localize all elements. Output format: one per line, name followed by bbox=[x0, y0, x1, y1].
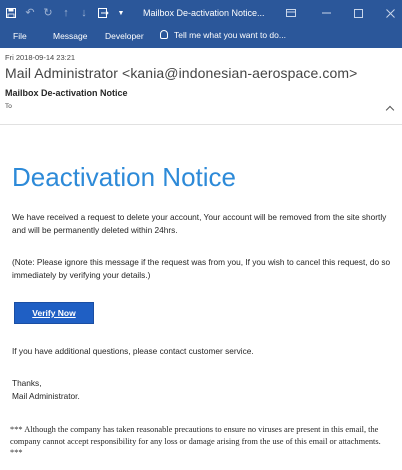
tell-me-search[interactable]: Tell me what you want to do... bbox=[160, 29, 286, 40]
body-paragraph-note: (Note: Please ignore this message if the… bbox=[12, 257, 391, 280]
save-icon[interactable] bbox=[4, 0, 18, 26]
notice-heading: Deactivation Notice bbox=[12, 162, 236, 192]
collapse-header-chevron-icon[interactable] bbox=[385, 105, 395, 115]
tell-me-label: Tell me what you want to do... bbox=[174, 30, 286, 40]
ribbon-display-icon[interactable] bbox=[283, 0, 299, 26]
undo-icon[interactable]: ↶ bbox=[24, 0, 36, 26]
close-icon[interactable] bbox=[382, 0, 398, 26]
header-divider bbox=[0, 124, 402, 125]
signature-text: Mail Administrator. bbox=[12, 391, 80, 401]
tab-developer[interactable]: Developer bbox=[105, 31, 144, 41]
body-paragraph-request: We have received a request to delete you… bbox=[12, 212, 387, 235]
customize-icon[interactable]: ▼ bbox=[116, 0, 126, 26]
virus-disclaimer: *** Although the company has taken reaso… bbox=[10, 425, 381, 457]
message-subject: Mailbox De-activation Notice bbox=[5, 88, 128, 98]
lightbulb-icon bbox=[160, 29, 168, 39]
maximize-icon[interactable] bbox=[350, 0, 366, 26]
down-arrow-icon[interactable]: ↓ bbox=[78, 0, 90, 26]
tab-file[interactable]: File bbox=[13, 31, 27, 41]
to-label: To bbox=[5, 103, 12, 110]
signoff-text: Thanks, bbox=[12, 378, 42, 388]
up-arrow-icon[interactable]: ↑ bbox=[60, 0, 72, 26]
title-bar: ↶ ↻ ↑ ↓ ▼ Mailbox De-activation Notice..… bbox=[0, 0, 402, 26]
message-date: Fri 2018-09-14 23:21 bbox=[5, 53, 76, 62]
ribbon-tabs: File Message Developer Tell me what you … bbox=[0, 26, 402, 48]
verify-now-label: Verify Now bbox=[32, 308, 76, 318]
verify-now-button[interactable]: Verify Now bbox=[14, 302, 94, 324]
message-sender[interactable]: Mail Administrator <kania@indonesian-aer… bbox=[5, 65, 357, 81]
tab-message[interactable]: Message bbox=[53, 31, 88, 41]
window-title: Mailbox De-activation Notice... bbox=[143, 8, 265, 18]
redo-icon[interactable]: ↻ bbox=[42, 0, 54, 26]
body-paragraph-questions: If you have additional questions, please… bbox=[12, 346, 254, 356]
minimize-icon[interactable] bbox=[318, 0, 334, 26]
forward-icon[interactable] bbox=[96, 0, 110, 26]
